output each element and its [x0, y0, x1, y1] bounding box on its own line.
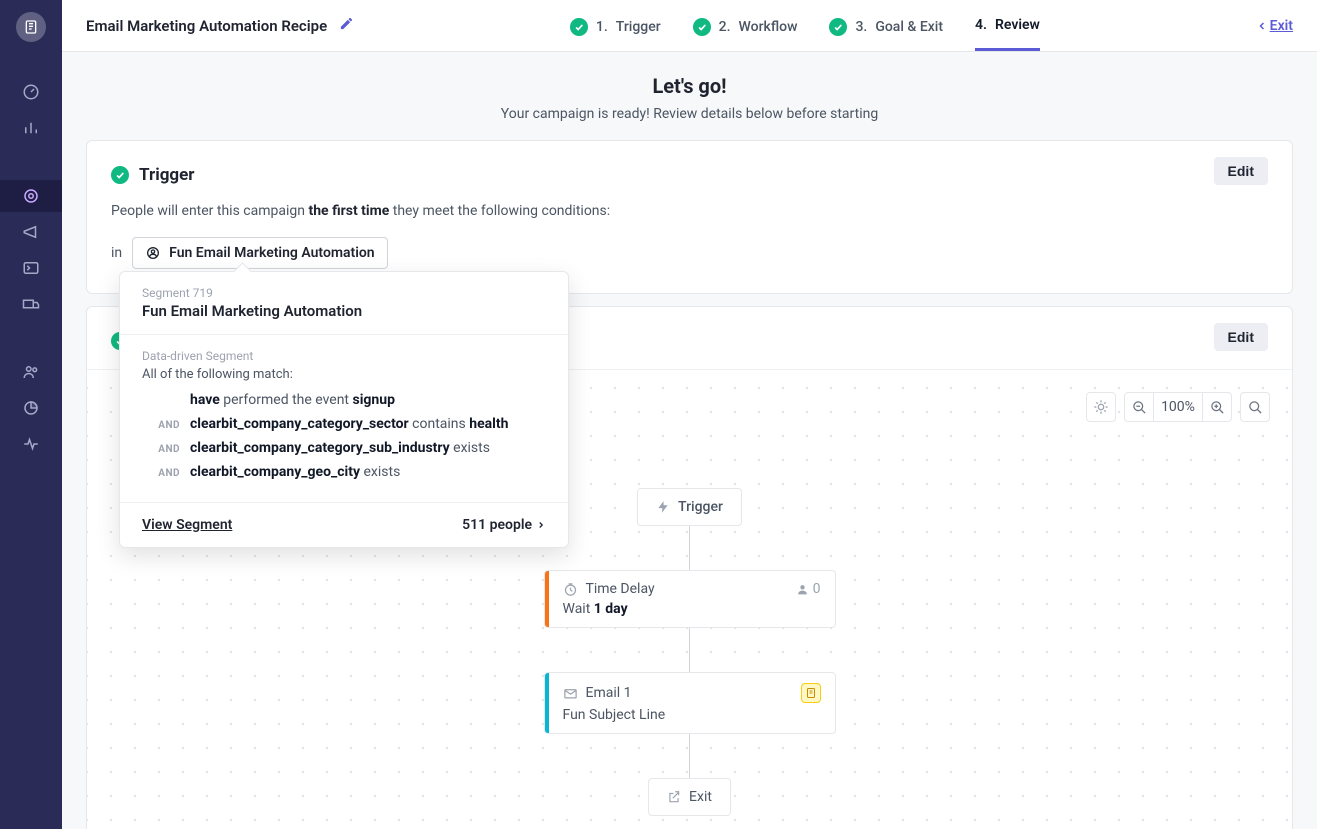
intro-section: Let's go! Your campaign is ready! Review… — [62, 52, 1317, 140]
segment-match-text: All of the following match: — [142, 367, 546, 382]
nav-activity-icon[interactable] — [0, 428, 62, 460]
node-exit[interactable]: Exit — [648, 778, 731, 816]
delay-count: 0 — [796, 581, 821, 597]
step-workflow[interactable]: 2. Workflow — [693, 0, 798, 51]
segment-id-label: Segment 719 — [142, 286, 546, 300]
intro-heading: Let's go! — [62, 74, 1317, 98]
intro-subtext: Your campaign is ready! Review details b… — [62, 106, 1317, 122]
check-icon — [829, 18, 847, 36]
trigger-title: Trigger — [139, 165, 195, 185]
segment-people-count[interactable]: 511 people — [462, 517, 546, 533]
nav-analytics-icon[interactable] — [0, 112, 62, 144]
step-goal-exit[interactable]: 3. Goal & Exit — [829, 0, 943, 51]
exit-icon — [667, 790, 681, 804]
connector — [689, 734, 690, 778]
top-bar: Email Marketing Automation Recipe 1. Tri… — [62, 0, 1317, 52]
view-segment-link[interactable]: View Segment — [142, 517, 232, 533]
step-trigger[interactable]: 1. Trigger — [570, 0, 661, 51]
connector — [689, 526, 690, 570]
workflow-edit-button[interactable]: Edit — [1214, 323, 1268, 351]
clock-icon — [563, 582, 578, 597]
nav-broadcast-icon[interactable] — [0, 216, 62, 248]
segment-condition: ANDclearbit_company_geo_city exists — [142, 464, 546, 480]
trigger-edit-button[interactable]: Edit — [1214, 157, 1268, 185]
brand-logo[interactable] — [16, 12, 46, 42]
zoom-level: 100% — [1153, 392, 1203, 422]
side-navigation — [0, 0, 62, 829]
trigger-description: People will enter this campaign the firs… — [111, 203, 1268, 219]
draft-badge-icon — [801, 683, 821, 703]
node-email[interactable]: Email 1 Fun Subject Line — [544, 672, 836, 734]
segment-condition: ANDclearbit_company_category_sector cont… — [142, 416, 546, 432]
nav-campaigns-icon[interactable] — [0, 180, 62, 212]
check-icon — [111, 166, 129, 184]
nav-delivery-icon[interactable] — [0, 288, 62, 320]
nav-dashboard-icon[interactable] — [0, 76, 62, 108]
canvas-toolbar: 100% — [1086, 392, 1270, 422]
node-trigger[interactable]: Trigger — [637, 488, 742, 526]
bolt-icon — [656, 500, 670, 514]
nav-segments-icon[interactable] — [0, 392, 62, 424]
nav-people-icon[interactable] — [0, 356, 62, 388]
segment-icon — [145, 245, 161, 261]
page-title: Email Marketing Automation Recipe — [86, 17, 327, 35]
exit-link[interactable]: Exit — [1256, 18, 1293, 34]
connector — [689, 628, 690, 672]
trigger-card: Edit Trigger People will enter this camp… — [86, 140, 1293, 294]
segment-chip[interactable]: Fun Email Marketing Automation — [132, 237, 388, 269]
zoom-fit-button[interactable] — [1240, 392, 1270, 422]
zoom-out-button[interactable] — [1124, 392, 1154, 422]
wizard-steps: 1. Trigger 2. Workflow 3. Goal & Exit 4.… — [354, 0, 1256, 51]
segment-type: Data-driven Segment — [142, 349, 546, 363]
person-icon — [796, 583, 809, 596]
toggle-theme-button[interactable] — [1086, 392, 1116, 422]
segment-condition: ANDclearbit_company_category_sub_industr… — [142, 440, 546, 456]
segment-condition: have performed the event signup — [142, 392, 546, 408]
nav-terminal-icon[interactable] — [0, 252, 62, 284]
zoom-in-button[interactable] — [1202, 392, 1232, 422]
mail-icon — [563, 686, 578, 701]
check-icon — [693, 18, 711, 36]
edit-title-icon[interactable] — [339, 16, 354, 35]
segment-popover: Segment 719 Fun Email Marketing Automati… — [119, 271, 569, 548]
check-icon — [570, 18, 588, 36]
node-time-delay[interactable]: Time Delay 0 Wait 1 day — [544, 570, 836, 628]
segment-name: Fun Email Marketing Automation — [142, 302, 546, 320]
chevron-right-icon — [536, 520, 546, 530]
in-label: in — [111, 245, 122, 261]
step-review[interactable]: 4. Review — [975, 0, 1040, 51]
